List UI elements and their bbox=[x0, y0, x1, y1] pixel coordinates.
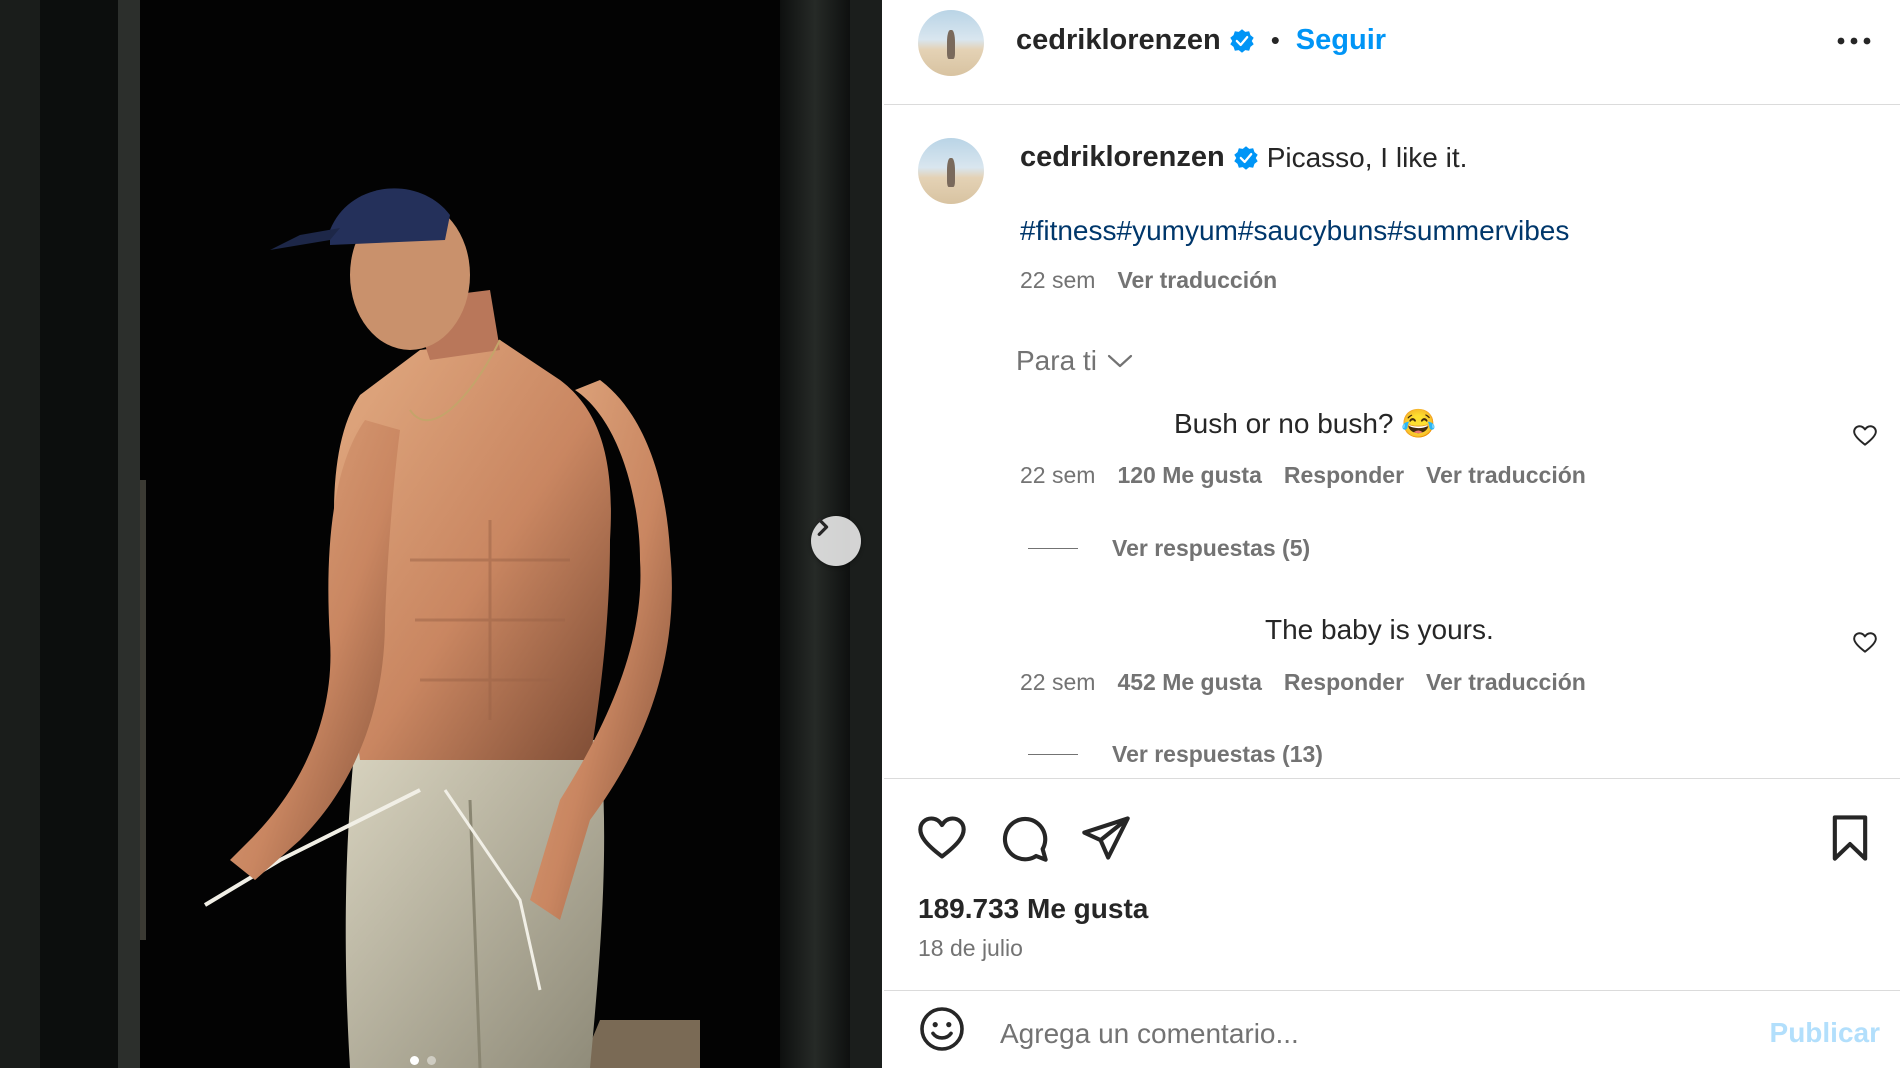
comment-composer: Publicar bbox=[884, 990, 1900, 1069]
post-date[interactable]: 18 de julio bbox=[918, 935, 1023, 962]
caption: cedriklorenzen Picasso, I like it. bbox=[1020, 141, 1467, 174]
hashtag-link[interactable]: #yumyum bbox=[1117, 215, 1238, 246]
view-replies-label: Ver respuestas (5) bbox=[1112, 535, 1311, 561]
reply-button[interactable]: Responder bbox=[1284, 462, 1404, 488]
comment-like-heart-icon[interactable] bbox=[1852, 630, 1878, 656]
separator: • bbox=[1270, 25, 1280, 55]
verified-badge-icon bbox=[1229, 28, 1254, 53]
hashtag-link[interactable]: #fitness bbox=[1020, 215, 1117, 246]
caption-hashtags: #fitness#yumyum#saucybuns#summervibes bbox=[1020, 215, 1569, 247]
translate-link[interactable]: Ver traducción bbox=[1426, 462, 1586, 488]
hashtag-link[interactable]: #summervibes bbox=[1387, 215, 1569, 246]
emoji-smile-icon[interactable] bbox=[918, 1005, 966, 1053]
comment-age: 22 sem bbox=[1020, 462, 1096, 488]
view-replies-button[interactable]: Ver respuestas (13) bbox=[1028, 741, 1323, 768]
comment-meta: 22 sem 452 Me gusta Responder Ver traducció… bbox=[1020, 669, 1586, 696]
comment-text: The baby is yours. bbox=[1265, 614, 1494, 645]
publish-button[interactable]: Publicar bbox=[1770, 1017, 1880, 1049]
comment-like-heart-icon[interactable] bbox=[1852, 423, 1878, 449]
hashtag-link[interactable]: #saucybuns bbox=[1238, 215, 1387, 246]
follow-button[interactable]: Seguir bbox=[1296, 24, 1386, 57]
view-replies-button[interactable]: Ver respuestas (5) bbox=[1028, 535, 1310, 562]
comment-text: Bush or no bush? 😂 bbox=[1174, 408, 1437, 439]
comment-bubble-icon[interactable] bbox=[998, 812, 1050, 864]
comment-age: 22 sem bbox=[1020, 669, 1096, 695]
view-replies-label: Ver respuestas (13) bbox=[1112, 741, 1323, 767]
carousel-dot bbox=[427, 1056, 436, 1065]
comment-meta: 22 sem 120 Me gusta Responder Ver traducció… bbox=[1020, 462, 1586, 489]
comment-filter-dropdown[interactable]: Para ti bbox=[1016, 345, 1133, 377]
caption-text: Picasso, I like it. bbox=[1266, 141, 1468, 173]
post-actions: 189.733 Me gusta 18 de julio bbox=[884, 778, 1900, 991]
caption-avatar[interactable] bbox=[918, 138, 984, 204]
more-horizontal-icon[interactable] bbox=[1834, 26, 1874, 56]
carousel-dot bbox=[410, 1056, 419, 1065]
reply-button[interactable]: Responder bbox=[1284, 669, 1404, 695]
translate-link[interactable]: Ver traducción bbox=[1426, 669, 1586, 695]
paper-plane-icon[interactable] bbox=[1080, 812, 1132, 864]
comment-filter-label: Para ti bbox=[1016, 345, 1097, 376]
post-header: cedriklorenzen • Seguir bbox=[884, 0, 1900, 105]
caption-meta: 22 sem Ver traducción bbox=[1020, 267, 1277, 294]
chevron-right-icon bbox=[817, 518, 829, 536]
username[interactable]: cedriklorenzen bbox=[1016, 24, 1221, 57]
post-media[interactable] bbox=[0, 0, 882, 1068]
caption-age: 22 sem bbox=[1020, 267, 1096, 293]
carousel-indicator bbox=[410, 1056, 436, 1065]
bookmark-icon[interactable] bbox=[1824, 812, 1876, 864]
verified-badge-icon bbox=[1233, 145, 1258, 170]
caption-username[interactable]: cedriklorenzen bbox=[1020, 141, 1225, 174]
comment-input[interactable] bbox=[998, 1013, 1702, 1055]
post-details-panel: cedriklorenzen • Seguir cedriklorenzen P… bbox=[884, 0, 1900, 1068]
comment-likes-link[interactable]: 120 Me gusta bbox=[1117, 462, 1261, 488]
caption-translate-link[interactable]: Ver traducción bbox=[1117, 267, 1277, 293]
avatar[interactable] bbox=[918, 10, 984, 76]
comment-likes-link[interactable]: 452 Me gusta bbox=[1117, 669, 1261, 695]
comments-section[interactable]: cedriklorenzen Picasso, I like it. #fitn… bbox=[884, 105, 1900, 778]
likes-count[interactable]: 189.733 Me gusta bbox=[918, 893, 1148, 925]
post-photo bbox=[0, 0, 882, 1068]
next-slide-button[interactable] bbox=[811, 516, 861, 566]
heart-icon[interactable] bbox=[916, 812, 968, 864]
chevron-down-icon bbox=[1107, 354, 1133, 368]
